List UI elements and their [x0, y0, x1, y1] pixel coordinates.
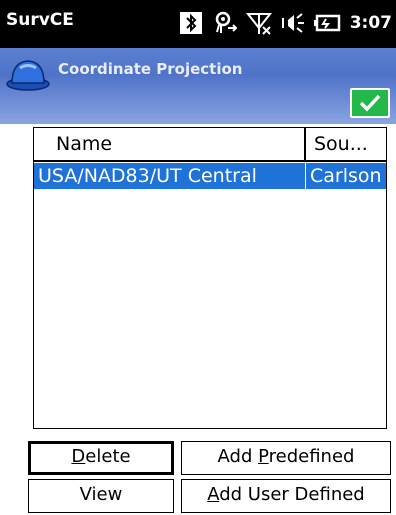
column-header-source[interactable]: Sou... — [306, 128, 386, 162]
column-header-name[interactable]: Name — [34, 128, 306, 162]
row-source-cell: Carlson — [310, 165, 382, 187]
delete-mnemonic: D — [71, 446, 86, 467]
battery-icon[interactable] — [313, 10, 340, 36]
bluetooth-icon[interactable] — [178, 10, 204, 36]
status-bar: SurvCE 3:07 — [0, 0, 396, 48]
delete-button[interactable]: Delete — [28, 441, 174, 475]
add-user-defined-button[interactable]: Add User Defined — [181, 479, 391, 513]
list-header: Name Sou... — [34, 128, 386, 162]
dialog-header: Coordinate Projection — [0, 48, 396, 124]
add-user-defined-mnemonic: A — [207, 484, 220, 505]
dialog-title: Coordinate Projection — [58, 60, 243, 78]
hard-hat-icon — [6, 56, 50, 92]
view-label: View — [79, 484, 123, 505]
add-predefined-label-end: redefined — [268, 446, 355, 467]
checkmark-icon — [359, 94, 381, 112]
row-name-cell: USA/NAD83/UT Central — [34, 163, 306, 189]
projection-list[interactable]: Name Sou... USA/NAD83/UT Central Carlson — [33, 127, 387, 429]
table-row[interactable]: USA/NAD83/UT Central Carlson — [34, 163, 386, 189]
connection-sync-icon[interactable] — [212, 10, 238, 36]
volume-icon[interactable] — [280, 10, 306, 36]
ok-button[interactable] — [350, 88, 390, 118]
add-predefined-button[interactable]: Add Predefined — [181, 441, 391, 475]
status-icons: 3:07 — [178, 6, 392, 40]
add-predefined-mnemonic: P — [258, 446, 269, 467]
add-user-defined-label: dd User Defined — [219, 484, 365, 505]
add-predefined-label-start: Add — [217, 446, 259, 467]
clock[interactable]: 3:07 — [350, 13, 392, 33]
app-title: SurvCE — [6, 10, 74, 30]
delete-label: elete — [85, 446, 131, 467]
view-button[interactable]: View — [28, 479, 174, 513]
signal-off-icon[interactable] — [245, 10, 272, 36]
